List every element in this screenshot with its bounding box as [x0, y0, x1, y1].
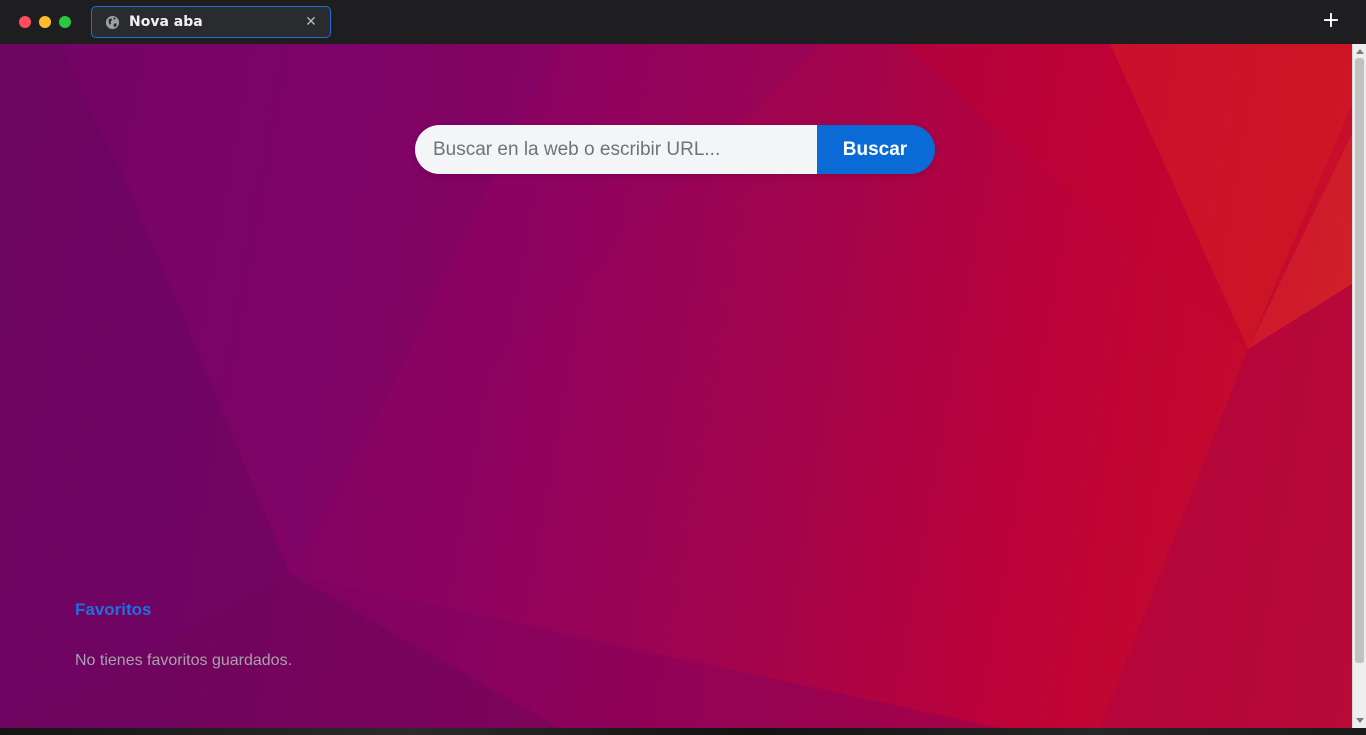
favorites-heading: Favoritos: [75, 600, 152, 619]
tab-close-icon[interactable]: ✕: [304, 14, 318, 30]
new-tab-button[interactable]: +: [1321, 10, 1341, 32]
window-close-button[interactable]: [19, 16, 31, 28]
tab-title: Nova aba: [129, 14, 203, 30]
globe-icon: [105, 15, 120, 30]
vertical-scrollbar[interactable]: [1352, 44, 1366, 728]
scroll-down-icon[interactable]: [1356, 718, 1364, 723]
favorites-empty-message: No tienes favoritos guardados.: [75, 652, 293, 669]
scroll-up-icon[interactable]: [1356, 49, 1364, 54]
title-bar: Nova aba ✕ +: [0, 0, 1366, 44]
desktop-strip: [0, 728, 1366, 735]
window-maximize-button[interactable]: [59, 16, 71, 28]
window-minimize-button[interactable]: [39, 16, 51, 28]
tab-new-tab[interactable]: Nova aba ✕: [91, 6, 331, 38]
scrollbar-thumb[interactable]: [1355, 58, 1364, 663]
new-tab-page: Buscar Favoritos No tienes favoritos gua…: [0, 44, 1352, 728]
search-bar: Buscar: [415, 125, 935, 174]
search-button[interactable]: Buscar: [817, 125, 935, 174]
search-input[interactable]: [415, 125, 817, 174]
